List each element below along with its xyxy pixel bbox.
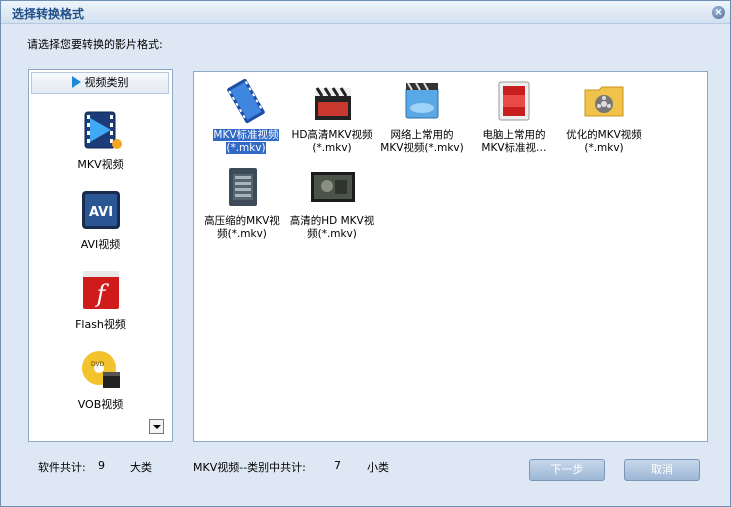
category-item-flash[interactable]: f Flash视频: [29, 268, 172, 342]
format-item[interactable]: 网络上常用的 MKV视频(*.mkv): [377, 76, 467, 158]
software-total-unit: 大类: [130, 461, 152, 474]
play-icon: [71, 76, 81, 88]
format-label: 高清的HD MKV视 频(*.mkv): [289, 215, 375, 240]
format-label: 高压缩的MKV视 频(*.mkv): [204, 215, 280, 240]
format-item[interactable]: MKV标准视频 (*.mkv): [201, 76, 291, 158]
next-button[interactable]: 下一步: [529, 459, 605, 481]
prompt-text: 请选择您要转换的影片格式:: [27, 38, 163, 51]
dvd-disc-icon: DVD: [82, 351, 120, 388]
format-item[interactable]: 高清的HD MKV视 频(*.mkv): [287, 162, 377, 244]
category-total-unit: 小类: [367, 461, 389, 474]
category-total-label: MKV视频--类别中共计:: [193, 461, 306, 474]
format-item[interactable]: 电脑上常用的 MKV标准视…: [469, 76, 559, 158]
format-label: MKV标准视频 (*.mkv): [213, 129, 279, 154]
cancel-button[interactable]: 取消: [624, 459, 700, 481]
category-header-label: 视频类别: [84, 76, 129, 89]
sidebar-scroll-down-button[interactable]: [149, 419, 164, 434]
category-item-vob[interactable]: DVD VOB视频: [29, 348, 172, 422]
format-item[interactable]: 高压缩的MKV视 频(*.mkv): [197, 162, 287, 244]
category-sidebar: 视频类别 MKV视频 AVI AVI视频 f Flash视频 DVD VOB视频: [28, 69, 173, 442]
category-label: AVI视频: [80, 238, 121, 251]
svg-text:AVI: AVI: [89, 205, 113, 220]
folder-reel-icon: [584, 86, 624, 117]
format-item[interactable]: HD高清MKV视频 (*.mkv): [287, 76, 377, 158]
category-label: MKV视频: [77, 158, 124, 171]
web-video-icon: [405, 82, 439, 119]
dialog-title: 选择转换格式: [12, 7, 85, 21]
format-item[interactable]: 优化的MKV视频 (*.mkv): [559, 76, 649, 158]
format-label: 电脑上常用的 MKV标准视…: [481, 129, 547, 154]
close-icon: ×: [714, 7, 723, 18]
category-label: Flash视频: [75, 318, 126, 331]
software-total-value: 9: [98, 459, 105, 472]
category-item-avi[interactable]: AVI AVI视频: [29, 188, 172, 262]
dialog-window: 选择转换格式 × 请选择您要转换的影片格式: 视频类别 MKV视频 AVI AV…: [0, 0, 731, 507]
svg-text:DVD: DVD: [91, 361, 105, 368]
format-grid: MKV标准视频 (*.mkv) HD高清MKV视频 (*.mkv) 网络上常用的 MK…: [193, 71, 708, 442]
category-header[interactable]: 视频类别: [31, 72, 169, 94]
compressed-file-icon: [229, 168, 257, 206]
category-item-mkv[interactable]: MKV视频: [29, 108, 172, 182]
category-total-value: 7: [334, 459, 341, 472]
title-bar: 选择转换格式 ×: [1, 1, 730, 24]
avi-icon: AVI: [82, 191, 120, 229]
format-label: 网络上常用的 MKV视频(*.mkv): [380, 129, 464, 154]
close-button[interactable]: ×: [712, 6, 725, 19]
category-label: VOB视频: [77, 398, 124, 411]
format-label: 优化的MKV视频 (*.mkv): [566, 129, 642, 154]
clapperboard-icon: [315, 87, 351, 120]
hd-movie-icon: [311, 172, 355, 202]
film-reel-icon: [227, 78, 265, 124]
flash-icon: f: [83, 271, 119, 309]
mkv-film-icon: [84, 111, 122, 149]
software-total-label: 软件共计:: [38, 461, 86, 474]
format-label: HD高清MKV视频 (*.mkv): [291, 129, 373, 154]
pc-video-icon: [498, 81, 530, 121]
